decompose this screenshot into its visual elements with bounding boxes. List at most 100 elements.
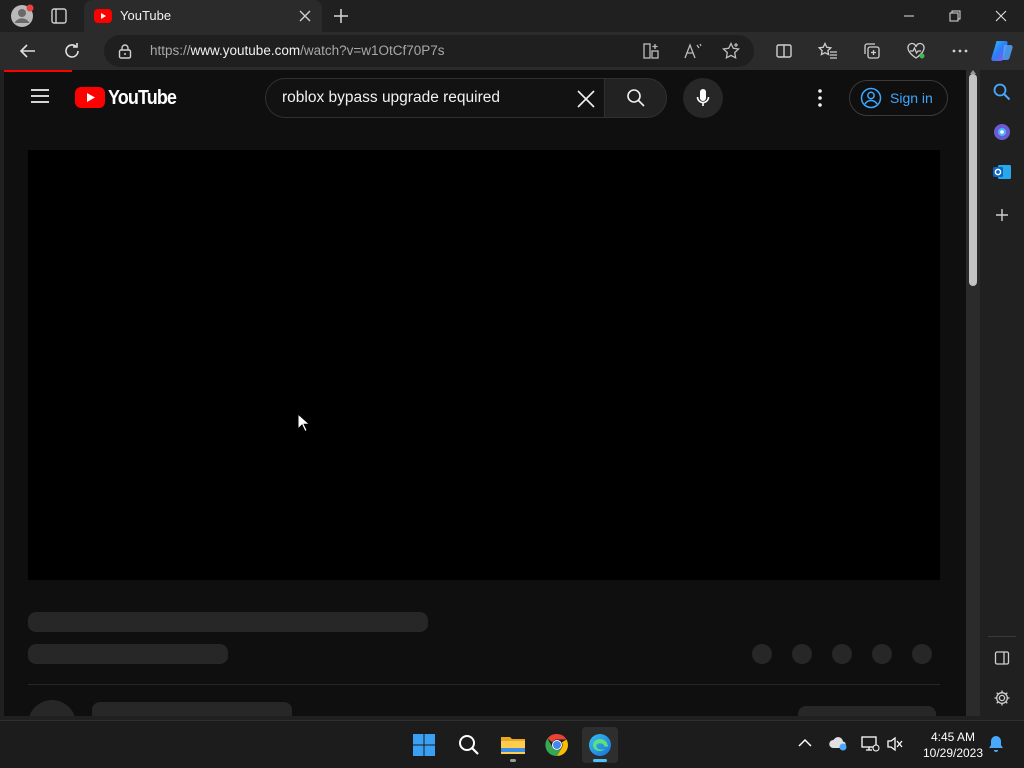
url-text[interactable]: https://www.youtube.com/watch?v=w1OtCf70… <box>150 43 445 58</box>
settings-and-more-button[interactable] <box>945 36 975 66</box>
chrome-icon <box>545 733 568 757</box>
search-button[interactable] <box>604 78 667 118</box>
outlook-icon <box>993 165 1011 179</box>
account-circle-icon <box>860 87 882 109</box>
scrollbar-thumb[interactable] <box>969 74 977 286</box>
volume-tray-button[interactable] <box>886 735 904 753</box>
taskbar-search-button[interactable] <box>451 727 487 763</box>
plus-icon <box>996 209 1008 221</box>
chevron-up-icon <box>798 738 812 747</box>
search-icon <box>993 83 1011 101</box>
file-explorer-button[interactable] <box>495 727 531 763</box>
search-icon <box>459 735 479 755</box>
url-path: /watch?v=w1OtCf70P7s <box>300 43 445 58</box>
search-icon <box>626 89 645 107</box>
tab-youtube[interactable]: YouTube <box>84 0 322 33</box>
read-aloud-icon <box>684 43 702 59</box>
show-hidden-icons-button[interactable] <box>798 738 812 748</box>
heart-pulse-icon <box>907 42 925 59</box>
sidebar-outlook-button[interactable] <box>988 158 1016 186</box>
read-aloud-button[interactable] <box>683 42 703 60</box>
chrome-button[interactable] <box>539 727 575 763</box>
taskbar-clock[interactable]: 4:45 AM 10/29/2023 <box>912 729 994 761</box>
action-placeholder <box>912 644 932 664</box>
youtube-logo[interactable]: YouTube <box>75 87 177 109</box>
restore-button[interactable] <box>932 0 978 32</box>
favorites-button[interactable] <box>813 36 843 66</box>
windows-logo-icon <box>413 734 435 756</box>
page-scrollbar[interactable] <box>966 70 980 716</box>
channel-placeholder <box>28 644 228 664</box>
youtube-play-icon <box>75 87 105 108</box>
refresh-button[interactable] <box>57 36 87 66</box>
youtube-favicon-icon <box>94 9 112 23</box>
close-icon <box>577 90 595 108</box>
collections-button[interactable] <box>857 36 887 66</box>
folder-icon <box>501 737 525 754</box>
hamburger-menu-icon <box>31 89 49 103</box>
onedrive-tray-button[interactable] <box>828 735 848 751</box>
url-domain: www.youtube.com <box>190 43 301 58</box>
browser-essentials-button[interactable] <box>901 36 931 66</box>
sign-in-label: Sign in <box>890 90 933 106</box>
restore-icon <box>949 10 961 22</box>
hide-sidebar-button[interactable] <box>988 644 1016 672</box>
sidebar-copilot-button[interactable] <box>988 118 1016 146</box>
sidebar-search-button[interactable] <box>988 78 1016 106</box>
speaker-muted-icon <box>887 736 903 752</box>
favorite-button[interactable] <box>722 42 740 60</box>
copilot-icon <box>991 41 1013 61</box>
app-available-button[interactable] <box>642 42 660 60</box>
close-window-button[interactable] <box>978 0 1024 32</box>
video-player[interactable] <box>28 150 940 580</box>
copilot-icon <box>994 124 1010 140</box>
title-placeholder <box>28 612 428 632</box>
minimize-button[interactable] <box>886 0 932 32</box>
split-screen-button[interactable] <box>769 36 799 66</box>
network-tray-button[interactable] <box>860 735 880 753</box>
settings-menu-button[interactable] <box>814 88 826 108</box>
profile-avatar[interactable] <box>10 4 34 28</box>
more-horizontal-icon <box>952 49 968 53</box>
start-button[interactable] <box>406 727 442 763</box>
close-tab-button[interactable] <box>298 9 312 23</box>
mouse-cursor-icon <box>297 413 311 433</box>
close-icon <box>299 10 311 22</box>
clear-search-button[interactable] <box>576 89 596 109</box>
sidebar-add-button[interactable] <box>988 201 1016 229</box>
back-button[interactable] <box>13 36 43 66</box>
cloud-icon <box>829 737 847 751</box>
web-page: YouTube roblox bypass upgrade required S… <box>4 70 966 716</box>
voice-search-button[interactable] <box>683 78 723 118</box>
more-vertical-icon <box>818 89 822 107</box>
sidebar-settings-button[interactable] <box>988 684 1016 712</box>
tab-actions-button[interactable] <box>50 7 68 25</box>
sign-in-button[interactable]: Sign in <box>849 80 948 116</box>
tab-title: YouTube <box>120 8 172 23</box>
action-placeholder <box>872 644 892 664</box>
address-bar[interactable]: https://www.youtube.com/watch?v=w1OtCf70… <box>104 35 754 67</box>
close-icon <box>995 10 1007 22</box>
sidebar-divider <box>988 636 1016 637</box>
divider <box>28 684 940 685</box>
url-scheme: https:// <box>150 43 191 58</box>
tab-actions-icon <box>51 8 67 24</box>
search-query-text: roblox bypass upgrade required <box>282 89 500 106</box>
action-placeholder <box>832 644 852 664</box>
copilot-button[interactable] <box>987 36 1017 66</box>
action-placeholder <box>792 644 812 664</box>
favorites-icon <box>818 42 837 59</box>
notifications-button[interactable] <box>988 735 1004 753</box>
star-icon <box>722 42 740 59</box>
new-tab-button[interactable] <box>332 7 350 25</box>
active-indicator <box>593 759 607 762</box>
youtube-logo-text: YouTube <box>108 87 177 109</box>
guide-menu-button[interactable] <box>30 88 50 104</box>
avatar-placeholder <box>28 700 76 716</box>
gear-icon <box>994 690 1010 706</box>
search-input[interactable]: roblox bypass upgrade required <box>265 78 604 118</box>
lock-icon[interactable] <box>118 43 132 59</box>
description-placeholder <box>92 702 292 716</box>
plus-icon <box>334 9 348 23</box>
edge-button[interactable] <box>582 727 618 763</box>
